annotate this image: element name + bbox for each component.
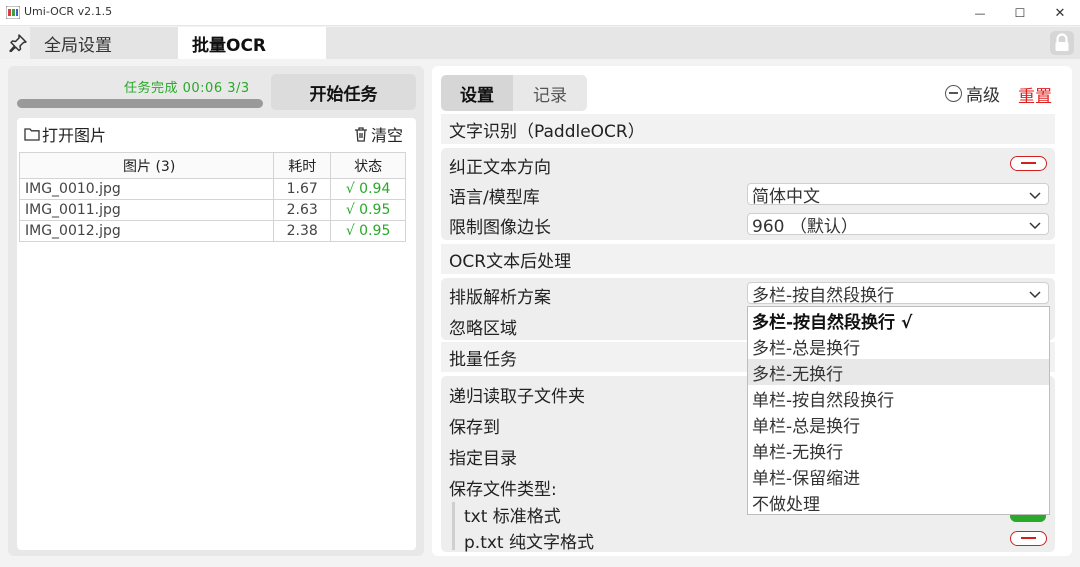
table-row[interactable]: IMG_0011.jpg 2.63 √ 0.95 xyxy=(18,199,406,221)
tab-batch-ocr[interactable]: 批量OCR xyxy=(178,27,326,59)
trash-icon xyxy=(355,127,367,142)
save-to-label: 保存到 xyxy=(449,418,500,438)
file-time: 2.38 xyxy=(273,220,332,242)
chevron-down-icon xyxy=(1029,192,1041,200)
language-select[interactable]: 简体中文 xyxy=(747,183,1049,207)
file-name: IMG_0010.jpg xyxy=(18,178,275,200)
correct-direction-label: 纠正文本方向 xyxy=(449,158,551,178)
section-ocr: 文字识别（PaddleOCR） xyxy=(441,114,1055,144)
clear-button[interactable]: 清空 xyxy=(353,123,403,145)
open-images-button[interactable]: 打开图片 xyxy=(24,123,106,145)
file-status: √ 0.95 xyxy=(330,199,406,221)
chevron-down-icon xyxy=(1029,222,1041,230)
task-status: 任务完成 00:06 3/3 xyxy=(124,81,250,96)
dropdown-option[interactable]: 单栏-无换行 xyxy=(748,437,1049,463)
layout-label: 排版解析方案 xyxy=(449,288,551,308)
file-types-label: 保存文件类型: xyxy=(449,480,557,500)
window-title: Umi-OCR v2.1.5 xyxy=(24,5,113,18)
close-button[interactable]: ✕ xyxy=(1040,0,1080,26)
tab-global-settings[interactable]: 全局设置 xyxy=(30,27,178,59)
txt-format-label: txt 标准格式 xyxy=(464,507,561,527)
tab-bar: 全局设置 批量OCR xyxy=(0,27,1080,59)
layout-value: 多栏-按自然段换行 xyxy=(752,285,895,306)
file-status: √ 0.94 xyxy=(330,178,406,200)
ignore-area-label: 忽略区域 xyxy=(449,319,517,339)
dropdown-option[interactable]: 不做处理 xyxy=(748,490,1049,516)
minus-circle-icon xyxy=(945,84,962,102)
file-name: IMG_0012.jpg xyxy=(18,220,275,242)
chevron-down-icon xyxy=(1029,291,1041,299)
maximize-icon: ☐ xyxy=(1014,6,1026,20)
recursive-label: 递归读取子文件夹 xyxy=(449,387,585,407)
file-time: 2.63 xyxy=(273,199,332,221)
dropdown-option[interactable]: 多栏-按自然段换行 √ xyxy=(748,307,1049,333)
target-dir-label: 指定目录 xyxy=(449,449,517,469)
dropdown-option[interactable]: 多栏-总是换行 xyxy=(748,333,1049,359)
minimize-button[interactable]: — xyxy=(960,0,1000,26)
limit-side-select[interactable]: 960 （默认） xyxy=(747,213,1049,237)
column-header-status[interactable]: 状态 xyxy=(330,152,406,179)
ptxt-format-label: p.txt 纯文字格式 xyxy=(464,533,594,553)
language-label: 语言/模型库 xyxy=(449,188,540,208)
pin-icon[interactable] xyxy=(8,33,28,53)
dropdown-option[interactable]: 单栏-总是换行 xyxy=(748,411,1049,437)
dropdown-option[interactable]: 单栏-保留缩进 xyxy=(748,464,1049,490)
reset-button[interactable]: 重置 xyxy=(1018,82,1052,107)
minimize-icon: — xyxy=(974,6,986,20)
dropdown-option[interactable]: 多栏-无换行 xyxy=(748,359,1049,386)
folder-icon xyxy=(24,128,40,141)
file-table: 图片 (3) 耗时 状态 IMG_0010.jpg 1.67 √ 0.94 IM… xyxy=(18,152,406,242)
maximize-button[interactable]: ☐ xyxy=(1000,0,1040,26)
title-bar: Umi-OCR v2.1.5 — ☐ ✕ xyxy=(0,0,1080,26)
open-images-label: 打开图片 xyxy=(42,126,107,145)
limit-side-value: 960 （默认） xyxy=(752,216,858,237)
indent-bar xyxy=(452,502,455,550)
clear-label: 清空 xyxy=(371,126,404,145)
limit-side-label: 限制图像边长 xyxy=(449,218,551,238)
file-name: IMG_0011.jpg xyxy=(18,199,275,221)
column-header-image[interactable]: 图片 (3) xyxy=(18,152,275,179)
progress-bar xyxy=(17,99,263,108)
tab-bar-filler xyxy=(326,27,1080,59)
lock-icon[interactable] xyxy=(1049,30,1075,56)
layout-dropdown-menu: 多栏-按自然段换行 √ 多栏-总是换行 多栏-无换行 单栏-按自然段换行 单栏-… xyxy=(747,306,1050,515)
ptxt-format-toggle[interactable] xyxy=(1010,531,1047,546)
close-icon: ✕ xyxy=(1054,5,1066,21)
table-row[interactable]: IMG_0010.jpg 1.67 √ 0.94 xyxy=(18,178,406,200)
tab-records[interactable]: 记录 xyxy=(513,75,587,111)
layout-select[interactable]: 多栏-按自然段换行 xyxy=(747,282,1049,306)
app-logo-icon xyxy=(6,6,20,19)
correct-direction-toggle[interactable] xyxy=(1010,156,1047,171)
language-value: 简体中文 xyxy=(752,186,820,207)
start-task-button[interactable]: 开始任务 xyxy=(271,74,416,110)
table-header: 图片 (3) 耗时 状态 xyxy=(18,152,406,179)
advanced-label: 高级 xyxy=(966,85,1000,106)
dropdown-option[interactable]: 单栏-按自然段换行 xyxy=(748,385,1049,411)
file-status: √ 0.95 xyxy=(330,220,406,242)
section-post-processing: OCR文本后处理 xyxy=(441,244,1055,274)
file-time: 1.67 xyxy=(273,178,332,200)
tab-settings[interactable]: 设置 xyxy=(441,75,513,111)
table-row[interactable]: IMG_0012.jpg 2.38 √ 0.95 xyxy=(18,220,406,242)
column-header-time[interactable]: 耗时 xyxy=(273,152,332,179)
advanced-toggle[interactable]: 高级 xyxy=(945,82,1000,106)
